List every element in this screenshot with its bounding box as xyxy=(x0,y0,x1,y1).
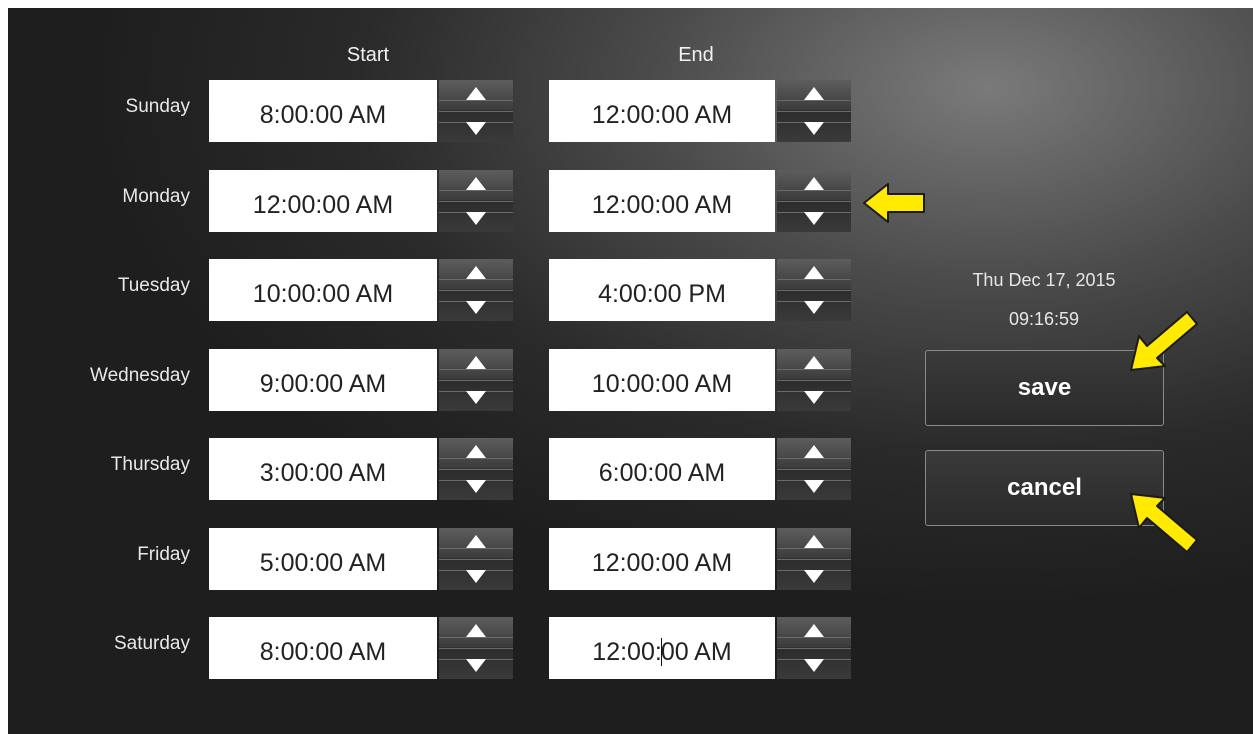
friday-end-time-input[interactable]: 12:00:00 AM xyxy=(549,528,775,590)
arrow-up-icon xyxy=(804,624,824,637)
time-text-before-caret: 12:00: xyxy=(592,637,662,666)
monday-start-time-input[interactable]: 12:00:00 AM xyxy=(209,170,437,232)
day-label-friday: Friday xyxy=(137,544,190,565)
increment-button[interactable] xyxy=(777,349,851,380)
friday-start-time-input[interactable]: 5:00:00 AM xyxy=(209,528,437,590)
friday-end-spinner xyxy=(777,528,851,590)
decrement-button[interactable] xyxy=(439,201,513,232)
increment-button[interactable] xyxy=(777,170,851,201)
arrow-up-icon xyxy=(466,266,486,279)
end-column-header: End xyxy=(678,44,714,66)
decrement-button[interactable] xyxy=(777,380,851,411)
tuesday-start-time-input[interactable]: 10:00:00 AM xyxy=(209,259,437,321)
day-label-monday: Monday xyxy=(122,186,190,207)
day-label-wednesday: Wednesday xyxy=(90,365,190,386)
decrement-button[interactable] xyxy=(439,111,513,142)
tuesday-start-spinner xyxy=(439,259,513,321)
arrow-up-icon xyxy=(804,177,824,190)
arrow-left-icon xyxy=(863,183,925,223)
arrow-up-icon xyxy=(466,87,486,100)
arrow-down-icon xyxy=(466,659,486,672)
day-label-tuesday: Tuesday xyxy=(117,275,190,296)
thursday-end-time-input[interactable]: 6:00:00 AM xyxy=(549,438,775,500)
arrow-up-icon xyxy=(804,356,824,369)
monday-start-spinner xyxy=(439,170,513,232)
wednesday-end-spinner xyxy=(777,349,851,411)
decrement-button[interactable] xyxy=(439,290,513,321)
tuesday-end-spinner xyxy=(777,259,851,321)
arrow-up-icon xyxy=(804,266,824,279)
increment-button[interactable] xyxy=(777,80,851,111)
increment-button[interactable] xyxy=(439,80,513,111)
arrow-down-icon xyxy=(804,301,824,314)
arrow-down-icon xyxy=(804,480,824,493)
decrement-button[interactable] xyxy=(777,559,851,590)
arrow-up-icon xyxy=(466,445,486,458)
arrow-up-left-icon xyxy=(1130,493,1198,553)
saturday-start-spinner xyxy=(439,617,513,679)
thursday-start-spinner xyxy=(439,438,513,500)
saturday-end-time-input[interactable]: 12:00: 00 AM xyxy=(549,617,775,679)
friday-start-spinner xyxy=(439,528,513,590)
increment-button[interactable] xyxy=(777,438,851,469)
increment-button[interactable] xyxy=(777,617,851,648)
start-column-header: Start xyxy=(346,44,390,66)
decrement-button[interactable] xyxy=(777,201,851,232)
sunday-end-time-input[interactable]: 12:00:00 AM xyxy=(549,80,775,142)
increment-button[interactable] xyxy=(439,438,513,469)
arrow-down-icon xyxy=(804,122,824,135)
arrow-down-icon xyxy=(466,480,486,493)
arrow-up-icon xyxy=(466,624,486,637)
arrow-up-icon xyxy=(804,445,824,458)
decrement-button[interactable] xyxy=(777,111,851,142)
day-label-sunday: Sunday xyxy=(125,96,190,117)
current-date: Thu Dec 17, 2015 xyxy=(972,270,1116,290)
wednesday-end-time-input[interactable]: 10:00:00 AM xyxy=(549,349,775,411)
day-label-thursday: Thursday xyxy=(110,454,190,475)
arrow-down-icon xyxy=(804,212,824,225)
arrow-down-left-icon xyxy=(1130,311,1198,371)
arrow-down-icon xyxy=(804,570,824,583)
increment-button[interactable] xyxy=(439,259,513,290)
arrow-down-icon xyxy=(804,391,824,404)
wednesday-start-spinner xyxy=(439,349,513,411)
increment-button[interactable] xyxy=(777,259,851,290)
saturday-end-spinner xyxy=(777,617,851,679)
arrow-down-icon xyxy=(466,570,486,583)
arrow-up-icon xyxy=(466,177,486,190)
day-label-saturday: Saturday xyxy=(113,633,190,654)
thursday-end-spinner xyxy=(777,438,851,500)
arrow-up-icon xyxy=(466,535,486,548)
arrow-up-icon xyxy=(804,87,824,100)
decrement-button[interactable] xyxy=(439,380,513,411)
monday-end-spinner xyxy=(777,170,851,232)
increment-button[interactable] xyxy=(777,528,851,559)
decrement-button[interactable] xyxy=(777,290,851,321)
increment-button[interactable] xyxy=(439,170,513,201)
arrow-down-icon xyxy=(466,301,486,314)
increment-button[interactable] xyxy=(439,617,513,648)
wednesday-start-time-input[interactable]: 9:00:00 AM xyxy=(209,349,437,411)
arrow-down-icon xyxy=(804,659,824,672)
saturday-start-time-input[interactable]: 8:00:00 AM xyxy=(209,617,437,679)
tuesday-end-time-input[interactable]: 4:00:00 PM xyxy=(549,259,775,321)
time-text-after-caret: 00 AM xyxy=(660,637,732,666)
arrow-down-icon xyxy=(466,122,486,135)
decrement-button[interactable] xyxy=(439,469,513,500)
monday-end-time-input[interactable]: 12:00:00 AM xyxy=(549,170,775,232)
thursday-start-time-input[interactable]: 3:00:00 AM xyxy=(209,438,437,500)
decrement-button[interactable] xyxy=(777,469,851,500)
sunday-end-spinner xyxy=(777,80,851,142)
decrement-button[interactable] xyxy=(777,648,851,679)
arrow-up-icon xyxy=(466,356,486,369)
increment-button[interactable] xyxy=(439,349,513,380)
increment-button[interactable] xyxy=(439,528,513,559)
arrow-down-icon xyxy=(466,391,486,404)
sunday-start-spinner xyxy=(439,80,513,142)
arrow-down-icon xyxy=(466,212,486,225)
arrow-up-icon xyxy=(804,535,824,548)
sunday-start-time-input[interactable]: 8:00:00 AM xyxy=(209,80,437,142)
decrement-button[interactable] xyxy=(439,559,513,590)
decrement-button[interactable] xyxy=(439,648,513,679)
